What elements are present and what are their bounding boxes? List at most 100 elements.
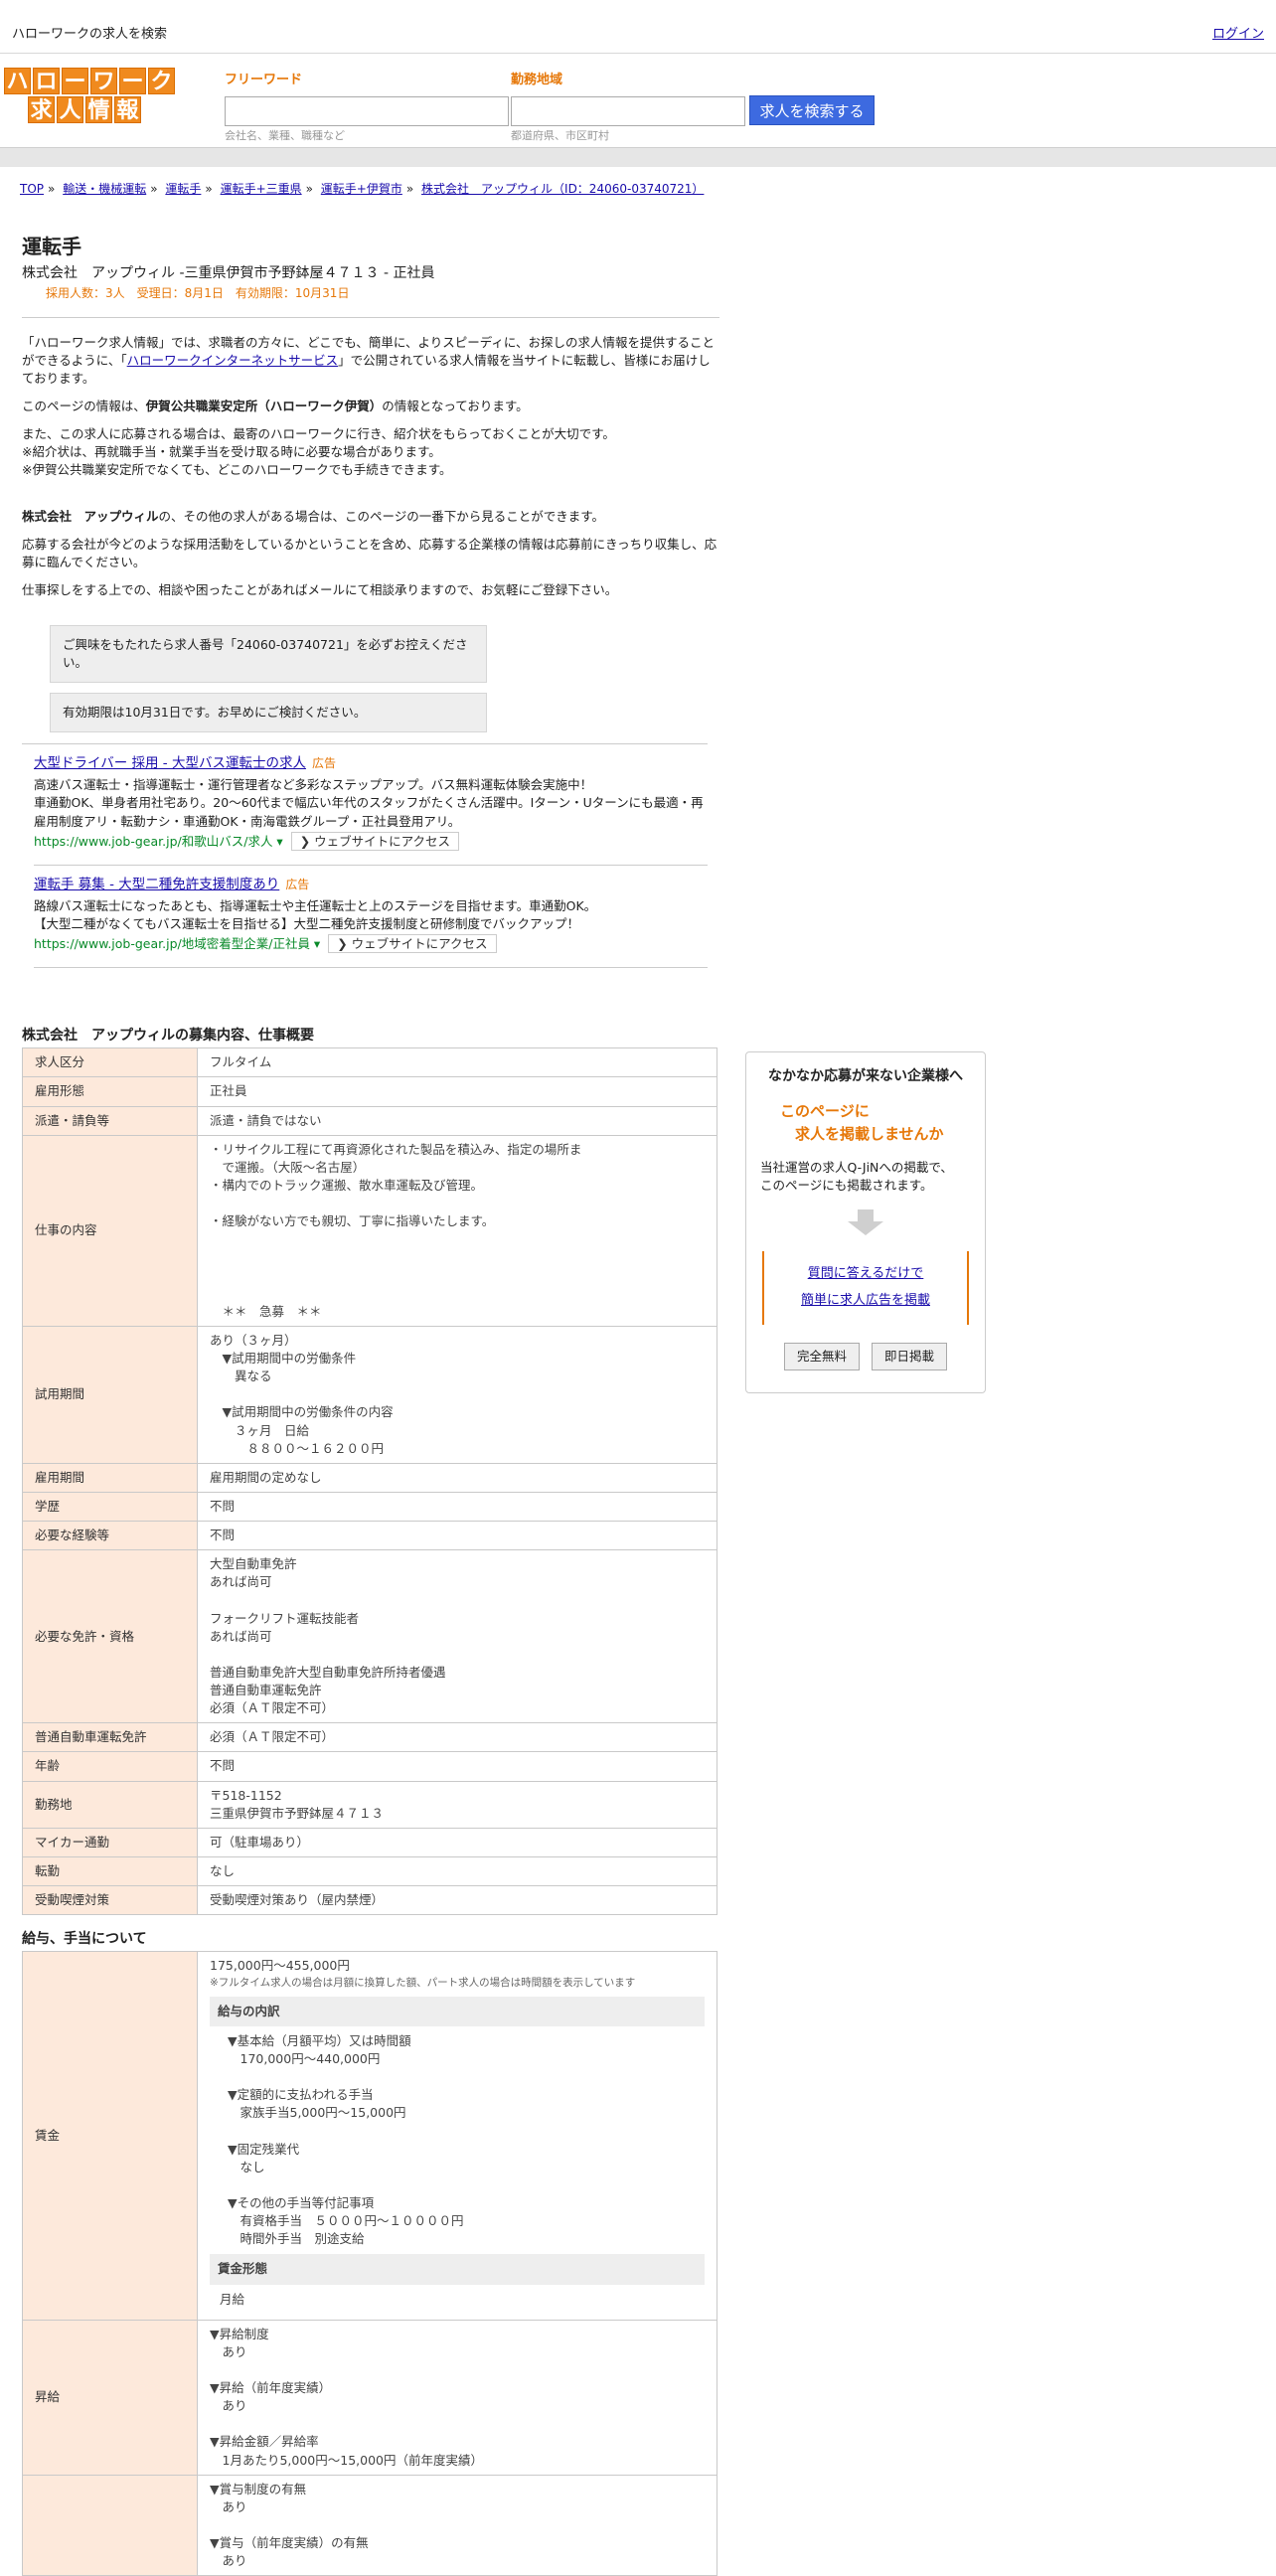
logo-char: 求 [28,96,55,123]
ad-description: 高速バス運転士・指導運転士・運行管理者など多彩なステップアップ。バス無料運転体験… [34,777,704,829]
row-key [22,2474,198,2576]
free-badge[interactable]: 完全無料 [783,1343,860,1371]
logo-char: 報 [114,96,141,123]
sidebox-link-post-ad[interactable]: 簡単に求人広告を掲載 [801,1293,930,1308]
table-row: 仕事の内容 ・リサイクル工程にて再資源化された製品を積込み、指定の場所ま で運搬。… [22,1134,718,1327]
notice-expiry: 有効期限は10月31日です。お早めにご検討ください。 [50,693,487,733]
same-day-badge[interactable]: 即日掲載 [872,1343,948,1371]
login-link[interactable]: ログイン [1212,26,1264,45]
breadcrumb-city[interactable]: 運転手+伊賀市 [321,182,402,196]
breakdown-text: ▼基本給（月額平均）又は時間額 170,000円〜440,000円 ▼定額的に支… [228,2032,464,2247]
row-value: 正社員 [197,1076,718,1107]
hellowork-internet-service-link[interactable]: ハローワークインターネットサービス [127,353,339,368]
sidebox-title: なかなか応募が来ない企業様へ [768,1068,963,1084]
header-divider [0,147,1276,167]
search-button[interactable]: 求人を検索する [749,95,875,125]
ad-url: https://www.job-gear.jp/和歌山バス/求人 ▾ ❯ ウェブ… [34,831,708,851]
wage-note: ※フルタイム求人の場合は月額に換算した額、パート求人の場合は時間額を表示していま… [210,1976,636,1989]
logo-char: 人 [57,96,83,123]
job-meta: 採用人数：3人 受理日：8月1日 有効期限：10月31日 [46,286,350,301]
ad-tag: 広告 [285,877,310,891]
sidebox-link-questions[interactable]: 質問に答えるだけで [808,1266,924,1281]
logo-char: ロ [33,68,60,94]
ad-item: 大型ドライバー 採用 - 大型バス運転士の求人 広告 高速バス運転士・指導運転士・… [34,744,708,866]
row-key: 年齢 [22,1751,198,1782]
table-row: 年齢 不問 [22,1751,718,1782]
freeword-block: フリーワード 会社名、業種、職種など [225,72,509,144]
row-key: 昇給 [22,2319,198,2476]
row-key: 仕事の内容 [22,1134,198,1327]
main-content: 運転手 株式会社 アップウィル -三重県伊賀市予野鉢屋４７１３ - 正社員 採用… [22,233,719,2576]
site-title: ハローワークの求人を検索 [12,27,168,42]
intro-paragraph-5: 応募する会社が今どのような採用活動をしているかということを含め、応募する企業様の… [22,536,718,569]
sidebox-text: 当社運営の求人Q-JiNへの掲載で、 このページにも掲載されます。 [760,1160,953,1194]
breadcrumb-job[interactable]: 運転手 [165,182,201,196]
table-row: マイカー通勤 可（駐車場あり） [22,1827,718,1857]
wage-range: 175,000円〜455,000円 [210,1958,350,1974]
intro-paragraph-1: 「ハローワーク求人情報」では、求職者の方々に、どこでも、簡単に、よりスピーディに… [22,334,716,386]
row-key: 雇用期間 [22,1462,198,1493]
row-value: 〒518-1152 三重県伊賀市予野鉢屋４７１３ [197,1780,718,1829]
breakdown-heading: 給与の内訳 [210,1996,705,2026]
breadcrumb-current[interactable]: 株式会社 アップウィル（ID：24060-03740721） [421,182,704,196]
logo-char: 情 [85,96,112,123]
table-row: 転勤 なし [22,1855,718,1887]
freeword-label: フリーワード [225,73,303,87]
row-value: なし [197,1855,718,1887]
hellowork-logo[interactable]: ハ ロ ー ワ ー ク 求 人 情 報 [4,68,179,123]
row-key: 学歴 [22,1491,198,1523]
row-value: 不問 [197,1521,718,1551]
intro-paragraph-4: 株式会社 アップウィルの、その他の求人がある場合は、このページの一番下から見るこ… [22,508,605,524]
intro-paragraph-6: 仕事探しをする上での、相談や困ったことがあればメールにて相談承りますので、お気軽… [22,581,618,597]
table-row: 雇用期間 雇用期間の定めなし [22,1462,718,1493]
row-value: 必須（ＡＴ限定不可） [197,1722,718,1753]
intro-paragraph-3: また、この求人に応募される場合は、最寄のハローワークに行き、紹介状をもらっておく… [22,426,615,478]
row-key: 受動喫煙対策 [22,1885,198,1916]
ad-url: https://www.job-gear.jp/地域密着型企業/正社員 ▾ ❯ … [34,933,708,953]
row-value: 雇用期間の定めなし [197,1462,718,1493]
area-input[interactable] [511,95,745,126]
job-title: 運転手 [22,235,81,258]
table-row: 賃金 175,000円〜455,000円 ※フルタイム求人の場合は月額に換算した… [22,1951,718,2321]
ad-description: 路線バス運転士になったあとも、指導運転士や主任運転士と上のステージを目指せます。… [34,897,597,931]
row-key: 必要な免許・資格 [22,1549,198,1724]
table-row: 受動喫煙対策 受動喫煙対策あり（屋内禁煙） [22,1885,718,1916]
freeword-hint: 会社名、業種、職種など [225,128,345,142]
top-bar: ハローワークの求人を検索 ログイン [0,0,1276,54]
ad-title-link[interactable]: 運転手 募集 - 大型二種免許支援制度あり [34,877,279,892]
row-value: ▼賞与制度の有無 あり ▼賞与（前年度実績）の有無 あり [197,2474,718,2576]
row-value: 不問 [197,1751,718,1782]
freeword-input[interactable] [225,95,509,126]
row-value: 派遣・請負ではない [197,1105,718,1136]
row-key: マイカー通勤 [22,1827,198,1857]
ad-visit-button[interactable]: ❯ ウェブサイトにアクセス [328,933,497,953]
advertise-sidebox: なかなか応募が来ない企業様へ このページに 求人を掲載しませんか 当社運営の求人… [745,1051,986,1393]
breadcrumb-top[interactable]: TOP [20,182,44,196]
table-row: 必要な経験等 不問 [22,1521,718,1551]
breadcrumb: TOP» 輸送・機械運転» 運転手» 運転手+三重県» 運転手+伊賀市» 株式会… [20,182,705,196]
row-value: フルタイム [197,1047,718,1078]
breadcrumb-prefecture[interactable]: 運転手+三重県 [221,182,302,196]
table-row: 学歴 不問 [22,1491,718,1523]
sidebox-headline: このページに 求人を掲載しませんか [780,1102,944,1143]
breadcrumb-category[interactable]: 輸送・機械運転 [63,182,146,196]
row-value: 大型自動車免許 あれば尚可 フォークリフト運転技能者 あれば尚可 普通自動車免許… [197,1549,718,1724]
intro-paragraph-2: このページの情報は、伊賀公共職業安定所（ハローワーク伊賀）の情報となっております… [22,399,529,414]
overview-heading: 株式会社 アップウィルの募集内容、仕事概要 [22,1028,314,1044]
wage-form: 月給 [220,2291,245,2307]
table-row: 勤務地 〒518-1152 三重県伊賀市予野鉢屋４７１３ [22,1780,718,1829]
row-key: 普通自動車運転免許 [22,1722,198,1753]
ad-tag: 広告 [311,756,336,771]
row-value: 可（駐車場あり） [197,1827,718,1857]
table-row: 求人区分 フルタイム [22,1047,718,1078]
row-key: 求人区分 [22,1047,198,1078]
ad-visit-button[interactable]: ❯ ウェブサイトにアクセス [290,831,460,851]
logo-char: ー [62,68,88,94]
table-row: 必要な免許・資格 大型自動車免許 あれば尚可 フォークリフト運転技能者 あれば尚可… [22,1549,718,1724]
ad-item: 運転手 募集 - 大型二種免許支援制度あり 広告 路線バス運転士になったあとも、指… [34,866,708,968]
overview-table: 求人区分 フルタイム 雇用形態 正社員 派遣・請負等 派遣・請負ではない 仕事の内容 ・リサイ… [22,1047,718,1916]
table-row: ▼賞与制度の有無 あり ▼賞与（前年度実績）の有無 あり [22,2474,718,2576]
logo-char: ク [148,68,175,94]
row-key: 勤務地 [22,1780,198,1829]
ad-title-link[interactable]: 大型ドライバー 採用 - 大型バス運転士の求人 [34,755,306,771]
